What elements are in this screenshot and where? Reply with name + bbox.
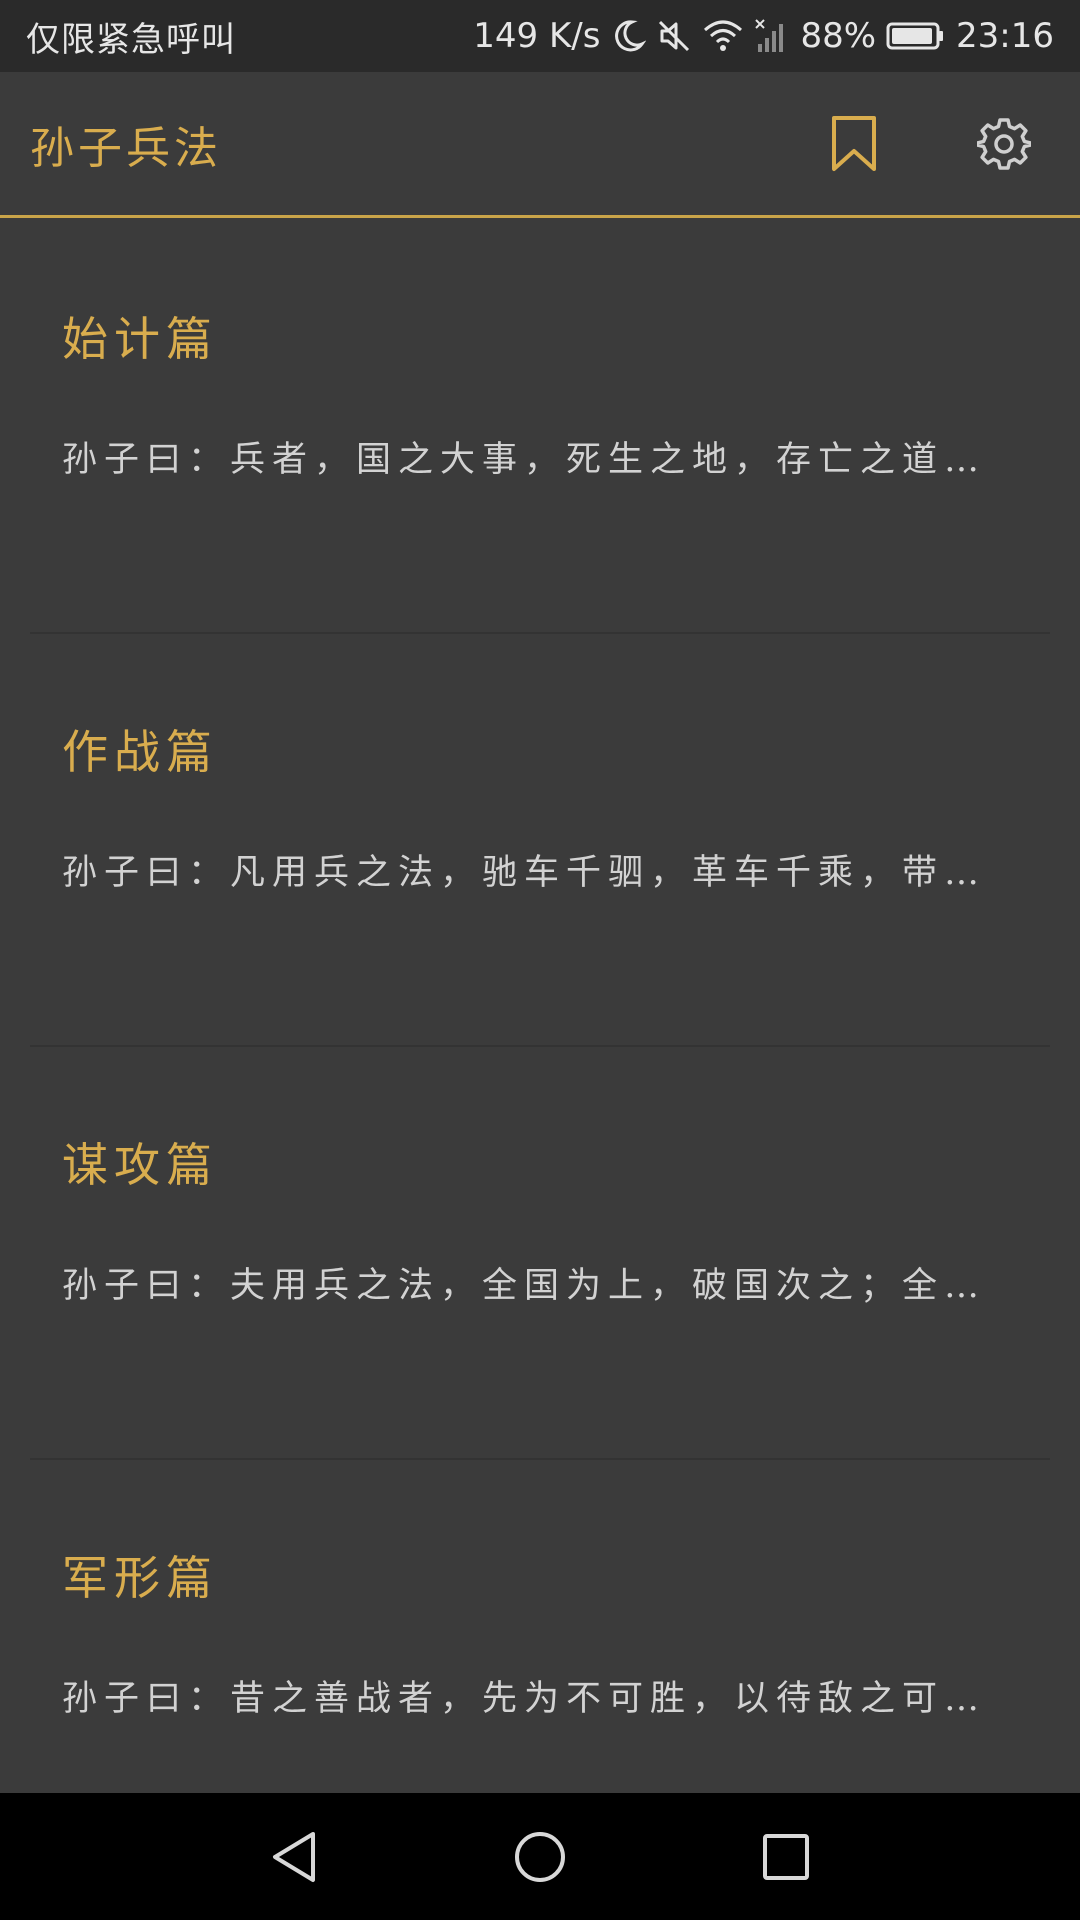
- screen: 仅限紧急呼叫 149 K/s 88% 23:16 孙子兵法 始计篇 孙子曰：兵者…: [0, 0, 1080, 1920]
- battery-icon: [886, 21, 946, 51]
- chapter-summary: 孙子曰：兵者，国之大事，死生之地，存亡之道…: [62, 440, 987, 480]
- chapter-summary: 孙子曰：凡用兵之法，驰车千驷，革车千乘，带…: [62, 853, 987, 893]
- carrier-text: 仅限紧急呼叫: [26, 19, 236, 60]
- chapter-title: 谋攻篇: [62, 1138, 218, 1192]
- bookmark-icon: [832, 115, 876, 171]
- wifi-icon: [702, 18, 744, 54]
- chapter-summary: 孙子曰：昔之善战者，先为不可胜，以待敌之可…: [62, 1679, 987, 1719]
- navigation-bar: [0, 1793, 1080, 1920]
- bookmark-button[interactable]: [804, 94, 904, 194]
- chapter-item[interactable]: 作战篇 孙子曰：凡用兵之法，驰车千驷，革车千乘，带…: [30, 634, 1050, 1047]
- home-button[interactable]: [480, 1807, 600, 1907]
- status-indicators: 149 K/s 88% 23:16: [473, 16, 1054, 56]
- recents-icon: [763, 1833, 809, 1880]
- moon-icon: [610, 18, 647, 54]
- chapter-title: 军形篇: [62, 1551, 218, 1605]
- network-speed: 149 K/s: [473, 16, 601, 56]
- home-icon: [515, 1831, 565, 1882]
- app-title: 孙子兵法: [30, 122, 222, 174]
- chapter-list: 始计篇 孙子曰：兵者，国之大事，死生之地，存亡之道… 作战篇 孙子曰：凡用兵之法…: [0, 221, 1080, 1793]
- chapter-title: 作战篇: [62, 725, 218, 779]
- recents-button[interactable]: [726, 1807, 846, 1907]
- clock: 23:16: [956, 16, 1054, 56]
- app-bar: 孙子兵法: [0, 72, 1080, 218]
- back-icon: [273, 1831, 315, 1882]
- gear-icon: [977, 117, 1031, 170]
- status-bar: 仅限紧急呼叫 149 K/s 88% 23:16: [0, 0, 1080, 72]
- back-button[interactable]: [234, 1807, 354, 1907]
- signal-icon: [754, 18, 790, 54]
- chapter-summary: 孙子曰：夫用兵之法，全国为上，破国次之；全…: [62, 1266, 987, 1306]
- battery-percent: 88%: [800, 16, 877, 56]
- settings-button[interactable]: [954, 94, 1054, 194]
- chapter-title: 始计篇: [62, 312, 218, 366]
- mute-icon: [656, 18, 692, 54]
- chapter-item[interactable]: 谋攻篇 孙子曰：夫用兵之法，全国为上，破国次之；全…: [30, 1047, 1050, 1460]
- chapter-item[interactable]: 军形篇 孙子曰：昔之善战者，先为不可胜，以待敌之可…: [30, 1460, 1050, 1793]
- chapter-item[interactable]: 始计篇 孙子曰：兵者，国之大事，死生之地，存亡之道…: [30, 221, 1050, 634]
